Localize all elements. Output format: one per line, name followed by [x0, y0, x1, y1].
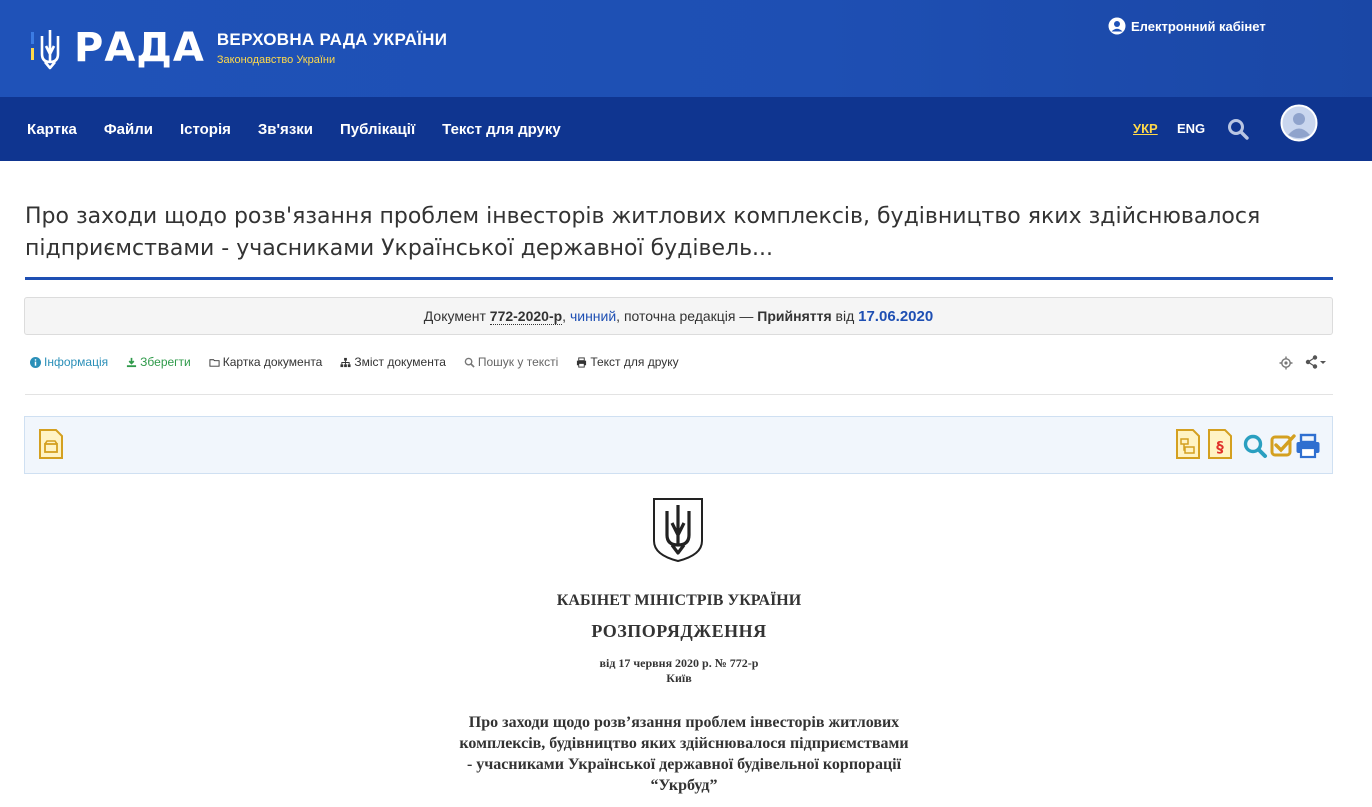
nav-item-print-text[interactable]: Текст для друку	[442, 121, 561, 138]
coat-of-arms-icon	[653, 498, 703, 563]
save-label: Зберегти	[140, 355, 191, 369]
document-archive-icon[interactable]	[38, 429, 64, 459]
doc-number[interactable]: 772-2020-р	[489, 308, 563, 325]
nav-items: Картка Файли Історія Зв'язки Публікації …	[27, 97, 588, 161]
print-text-link[interactable]: Текст для друку	[576, 355, 679, 369]
search-in-text-link[interactable]: Пошук у тексті	[464, 355, 558, 369]
document-kind: РОЗПОРЯДЖЕННЯ	[591, 621, 767, 641]
document-subject: Про заходи щодо розв’язання проблем інве…	[426, 712, 942, 796]
user-circle-icon	[1108, 17, 1126, 35]
search-icon[interactable]	[1227, 118, 1249, 140]
site-logo[interactable]: РАДА ВЕРХОВНА РАДА УКРАЇНИ Законодавство…	[28, 26, 447, 70]
document-card-link[interactable]: Картка документа	[209, 355, 323, 369]
printer-icon	[577, 356, 587, 368]
doc-date[interactable]: 17.06.2020	[858, 308, 933, 325]
page-title-line-2: підприємствами - учасниками Української …	[25, 236, 774, 261]
doc-middle: , поточна редакція —	[616, 308, 754, 324]
document-card-label: Картка документа	[222, 355, 323, 369]
doc-from: від	[835, 308, 855, 324]
document-city: Київ	[666, 671, 692, 685]
save-link[interactable]: Зберегти	[126, 355, 191, 369]
title-divider	[25, 277, 1333, 280]
search-icon	[464, 357, 475, 368]
search-in-text-label: Пошук у тексті	[477, 355, 559, 369]
document-date-line: від 17 червня 2020 р. № 772-р	[599, 656, 759, 670]
page-title: Про заходи щодо розв'язання проблем інве…	[25, 201, 1325, 265]
subject-line-2: комплексів, будівництво яких здійснювало…	[459, 735, 909, 752]
print-icon[interactable]	[1295, 431, 1321, 461]
svg-text:§: §	[1216, 438, 1224, 456]
subject-line-4: “Укрбуд”	[650, 777, 718, 794]
sitemap-icon	[340, 357, 351, 367]
folder-icon	[209, 358, 220, 367]
nav-item-card[interactable]: Картка	[27, 121, 77, 138]
document-status-box: Документ 772-2020-р, чинний, поточна ред…	[24, 297, 1333, 335]
checkbox-checked-icon[interactable]	[1270, 431, 1296, 461]
nav-item-links[interactable]: Зв'язки	[258, 121, 313, 138]
document-contents-label: Зміст документа	[354, 355, 446, 369]
site-header: РАДА ВЕРХОВНА РАДА УКРАЇНИ Законодавство…	[0, 0, 1372, 97]
subject-line-3: - учасниками Української державної будів…	[466, 756, 902, 773]
page-title-line-1: Про заходи щодо розв'язання проблем інве…	[25, 204, 1261, 229]
document-toolbar: Інформація Зберегти Картка документа Змі…	[30, 355, 697, 369]
document-contents-link[interactable]: Зміст документа	[340, 355, 446, 369]
magnifier-icon[interactable]	[1242, 432, 1268, 462]
subject-line-1: Про заходи щодо розв’язання проблем інве…	[468, 714, 900, 731]
electronic-cabinet-link[interactable]: Електронний кабінет	[1108, 17, 1266, 35]
document-icon-panel	[24, 416, 1333, 474]
avatar[interactable]	[1280, 104, 1318, 142]
nav-item-publications[interactable]: Публікації	[340, 121, 415, 138]
download-icon	[127, 357, 137, 367]
lang-eng[interactable]: ENG	[1177, 121, 1205, 136]
gear-icon[interactable]	[1279, 356, 1293, 370]
print-text-label: Текст для друку	[590, 355, 679, 369]
lang-ukr[interactable]: УКР	[1133, 121, 1158, 136]
share-icon[interactable]	[1305, 355, 1327, 369]
site-subtitle: Законодавство України	[216, 54, 336, 66]
info-label: Інформація	[44, 355, 109, 369]
toolbar-divider	[25, 394, 1333, 395]
info-icon	[30, 356, 41, 368]
cabinet-label: Електронний кабінет	[1131, 18, 1266, 34]
document-issuer: КАБІНЕТ МІНІСТРІВ УКРАЇНИ	[556, 592, 802, 609]
section-paragraph-icon[interactable]: §	[1207, 429, 1233, 459]
doc-stage: Прийняття	[757, 308, 832, 324]
site-title: ВЕРХОВНА РАДА УКРАЇНИ	[216, 30, 448, 49]
doc-status[interactable]: чинний	[570, 308, 616, 324]
doc-prefix: Документ	[423, 308, 486, 324]
logo-text: ВЕРХОВНА РАДА УКРАЇНИ Законодавство Укра…	[217, 30, 447, 66]
document-structure-icon[interactable]	[1175, 429, 1201, 459]
info-link[interactable]: Інформація	[30, 355, 108, 369]
main-nav: Картка Файли Історія Зв'язки Публікації …	[0, 97, 1372, 161]
doc-comma: ,	[562, 308, 567, 324]
nav-item-files[interactable]: Файли	[104, 121, 153, 138]
nav-item-history[interactable]: Історія	[180, 121, 231, 138]
logo-word: РАДА	[74, 25, 205, 71]
trident-icon	[31, 30, 60, 70]
